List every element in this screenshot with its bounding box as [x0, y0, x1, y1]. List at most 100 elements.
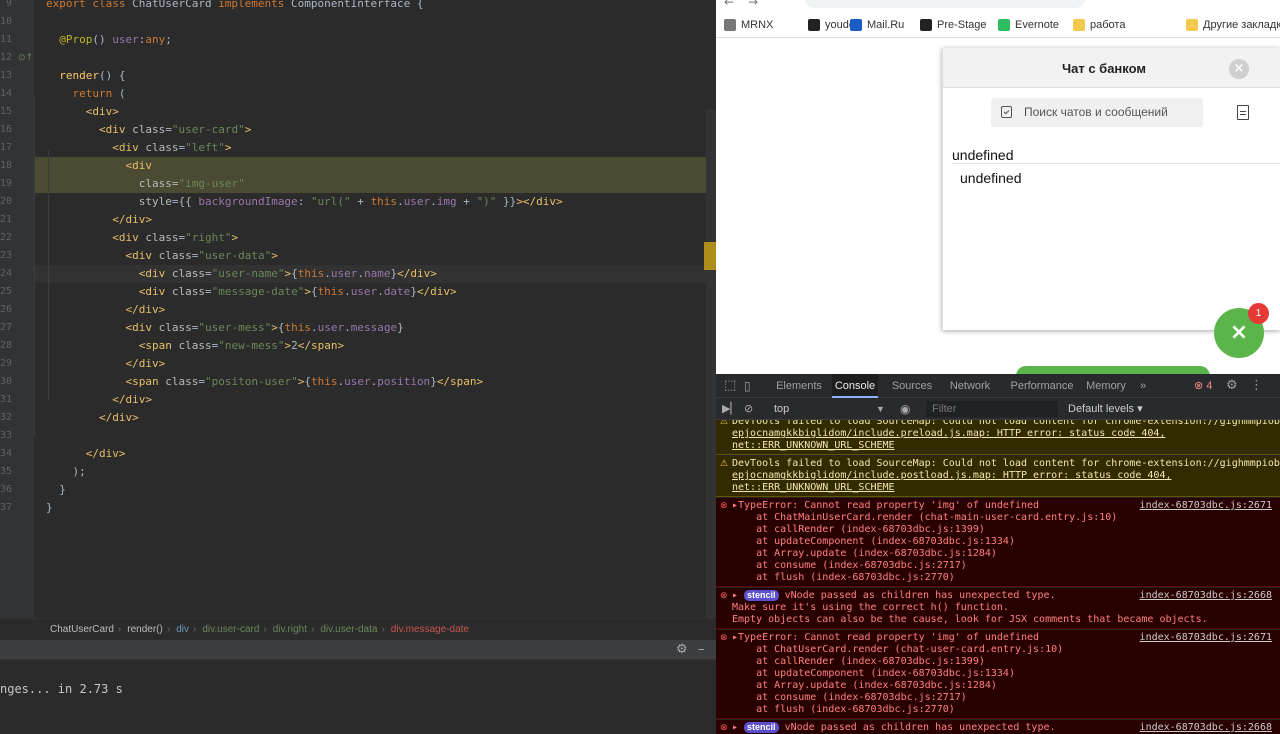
eye-icon[interactable]: ◉	[900, 398, 910, 420]
message-date: undefined	[960, 170, 1022, 186]
code-line[interactable]: </div>	[34, 301, 706, 319]
context-dropdown-icon[interactable]: ▼	[876, 398, 885, 420]
code-token: </div>	[416, 285, 457, 298]
code-line[interactable]: style={{ backgroundImage: "url(" + this.…	[34, 193, 706, 211]
bookmark-item[interactable]: youdo	[808, 12, 855, 38]
console-warning[interactable]: ⚠ DevTools failed to load SourceMap: Coul…	[716, 420, 1280, 455]
devtools-tab[interactable]: Performance	[1006, 374, 1078, 398]
code-line[interactable]: <div class="user-name">{this.user.name}<…	[34, 265, 706, 283]
code-line[interactable]: @Prop() user:any;	[34, 31, 706, 49]
bookmark-item[interactable]: Mail.Ru	[850, 12, 904, 38]
gear-icon[interactable]: ⚙	[676, 640, 688, 660]
code-line[interactable]: <div class="user-card">	[34, 121, 706, 139]
device-toggle-icon[interactable]: ▯	[744, 374, 751, 398]
bookmark-item[interactable]: Evernote	[998, 12, 1059, 38]
console-error[interactable]: ⊗ ▸TypeError: Cannot read property 'img' …	[716, 630, 1280, 719]
source-link[interactable]: index-68703dbc.js:2668	[1140, 590, 1272, 602]
source-link[interactable]: index-68703dbc.js:2668	[1140, 722, 1272, 734]
source-link[interactable]: index-68703dbc.js:2671	[1140, 632, 1272, 644]
code-token: render	[59, 69, 99, 82]
devtools-tab[interactable]: »	[1136, 374, 1150, 398]
code-line[interactable]: </div>	[34, 409, 706, 427]
breadcrumb-item[interactable]: render()	[127, 624, 163, 635]
code-token: }	[59, 483, 66, 496]
code-line[interactable]: render() {	[34, 67, 706, 85]
code-token: export class	[46, 0, 133, 10]
address-bar[interactable]	[804, 0, 1086, 8]
calendar-icon[interactable]	[1001, 106, 1012, 118]
user-name[interactable]: undefined	[952, 145, 1014, 165]
line-number: 31	[0, 394, 13, 405]
bookmark-item[interactable]: MRNX	[724, 12, 773, 38]
clear-console-icon[interactable]: ⊘	[744, 398, 753, 420]
code-token: </div>	[112, 393, 152, 406]
override-icon[interactable]: ⊙↑	[18, 49, 33, 67]
code-line[interactable]: <div	[34, 157, 706, 175]
code-area[interactable]: export class ChatUserCard implements Com…	[34, 0, 706, 620]
code-line[interactable]: <div class="user-data">	[34, 247, 706, 265]
devtools-tab[interactable]: Elements	[774, 374, 824, 398]
console-error[interactable]: ⊗ ▸ stencil vNode passed as children has …	[716, 588, 1280, 629]
code-token: ={{	[171, 195, 199, 208]
code-line[interactable]: );	[34, 463, 706, 481]
bookmark-item[interactable]: Pre-Stage	[920, 12, 987, 38]
source-link[interactable]: index-68703dbc.js:2671	[1140, 500, 1272, 512]
chat-search[interactable]	[991, 98, 1203, 127]
code-line[interactable]: </div>	[34, 211, 706, 229]
devtools-tab[interactable]: Memory	[1082, 374, 1130, 398]
devtools-tab[interactable]: Sources	[890, 374, 934, 398]
console-filter-input[interactable]	[926, 401, 1058, 417]
minimize-icon[interactable]: –	[698, 640, 705, 660]
console-error[interactable]: ⊗ ▸TypeError: Cannot read property 'img' …	[716, 498, 1280, 587]
code-line[interactable]: export class ChatUserCard implements Com…	[34, 0, 706, 13]
code-line[interactable]: <span class="new-mess">2</span>	[34, 337, 706, 355]
code-line[interactable]: <div class="right">	[34, 229, 706, 247]
code-line[interactable]: }	[34, 481, 706, 499]
code-line[interactable]: class="img-user"	[34, 175, 706, 193]
close-icon[interactable]: ×	[1229, 59, 1249, 79]
line-number: 16	[0, 124, 13, 135]
line-number: 32	[0, 412, 13, 423]
document-icon[interactable]	[1237, 105, 1249, 120]
inspect-icon[interactable]: ⬚	[724, 374, 736, 398]
devtools-tab[interactable]: Network	[945, 374, 995, 398]
console-line: at consume (index-68703dbc.js:2717)	[732, 692, 967, 703]
devtools-tab[interactable]: Console	[832, 374, 878, 398]
levels-dropdown[interactable]: Default levels ▾	[1068, 398, 1143, 420]
sidebar-toggle-icon[interactable]: ▶▏	[722, 398, 739, 420]
bookmark-item[interactable]: Другие закладки	[1186, 12, 1280, 38]
code-line[interactable]: <div class="left">	[34, 139, 706, 157]
settings-icon[interactable]: ⚙	[1226, 374, 1238, 398]
forward-icon[interactable]: →	[748, 0, 758, 8]
code-line[interactable]: <div>	[34, 103, 706, 121]
code-line[interactable]: </div>	[34, 355, 706, 373]
breadcrumb-item[interactable]: ChatUserCard	[50, 624, 114, 635]
console-warning[interactable]: ⚠ DevTools failed to load SourceMap: Coul…	[716, 456, 1280, 497]
error-count-badge[interactable]: ⊗ 4	[1194, 374, 1212, 398]
breadcrumb-item[interactable]: div.message-date	[391, 624, 469, 635]
indent-guide	[48, 150, 49, 400]
code-line[interactable]: </div>	[34, 391, 706, 409]
code-line[interactable]: </div>	[34, 445, 706, 463]
more-icon[interactable]: ⋮	[1250, 374, 1263, 398]
code-line[interactable]: <div class="user-mess">{this.user.messag…	[34, 319, 706, 337]
code-line[interactable]: <div class="message-date">{this.user.dat…	[34, 283, 706, 301]
code-line[interactable]	[34, 49, 706, 67]
warning-icon: ⚠	[720, 459, 729, 469]
back-icon[interactable]: ←	[724, 0, 734, 8]
breadcrumb-item[interactable]: div.user-data	[320, 624, 377, 635]
breadcrumb-item[interactable]: div.right	[273, 624, 307, 635]
context-selector[interactable]: top	[774, 398, 789, 420]
code-line[interactable]	[34, 427, 706, 445]
breadcrumb-item[interactable]: div.user-card	[202, 624, 259, 635]
code-line[interactable]: return (	[34, 85, 706, 103]
code-line[interactable]: <span class="positon-user">{this.user.po…	[34, 373, 706, 391]
console-error[interactable]: ⊗ ▸ stencil vNode passed as children has …	[716, 720, 1280, 734]
chat-search-input[interactable]	[1024, 98, 1194, 127]
breadcrumb-item[interactable]: div	[176, 624, 189, 635]
bookmark-item[interactable]: работа	[1073, 12, 1125, 38]
editor-scrollbar[interactable]	[706, 110, 716, 630]
code-line[interactable]: }	[34, 499, 706, 517]
code-line[interactable]	[34, 13, 706, 31]
